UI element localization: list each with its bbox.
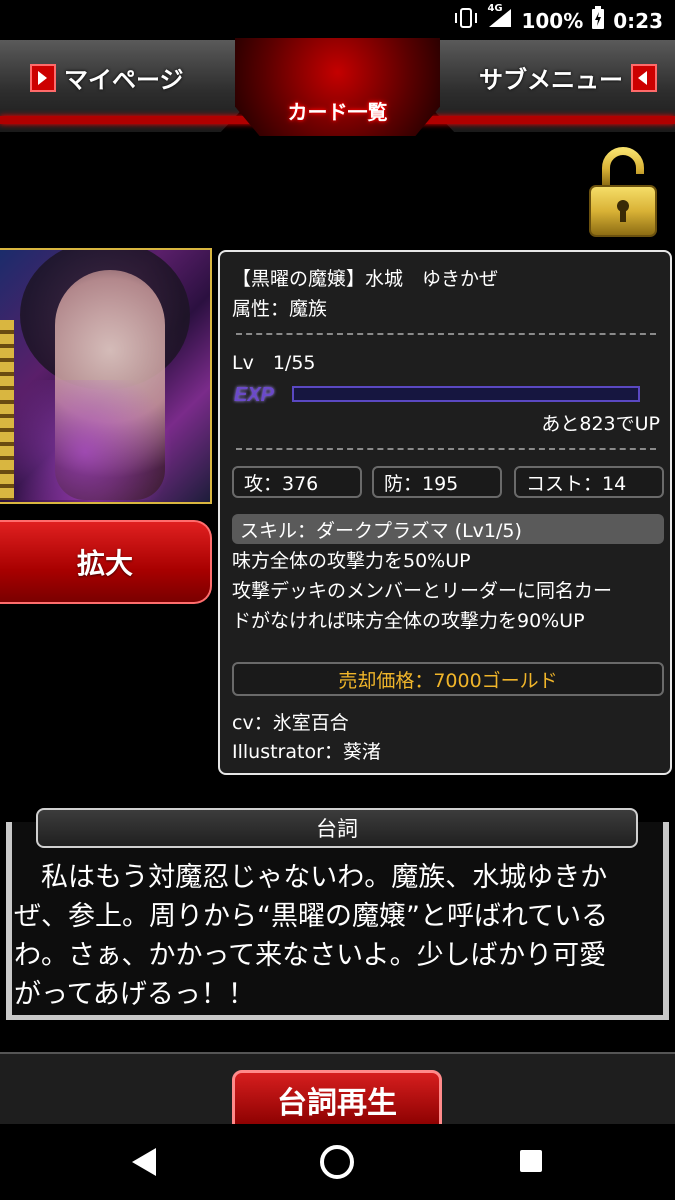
cost-stat: コスト：14 bbox=[514, 466, 664, 498]
home-icon[interactable] bbox=[319, 1144, 355, 1184]
mypage-button[interactable]: マイページ bbox=[30, 60, 184, 95]
zoom-button[interactable]: 拡大 bbox=[0, 520, 212, 604]
replay-bar: 台詞再生 bbox=[0, 1052, 675, 1124]
defense-stat: 防：195 bbox=[372, 466, 502, 498]
signal-icon: 4G bbox=[487, 3, 513, 34]
divider bbox=[236, 333, 656, 335]
replay-dialogue-button[interactable]: 台詞再生 bbox=[232, 1070, 442, 1124]
dialogue-line: わ。さぁ、かかって来なさいよ。少しばかり可愛 bbox=[14, 940, 607, 971]
voice-actor: cv：氷室百合 bbox=[232, 712, 349, 734]
vibrate-icon bbox=[453, 7, 479, 34]
chevron-right-icon bbox=[30, 63, 56, 92]
exp-progress-bar bbox=[292, 386, 640, 402]
clock: 0:23 bbox=[613, 8, 663, 33]
mypage-label: マイページ bbox=[64, 67, 184, 94]
recents-icon[interactable] bbox=[518, 1148, 544, 1178]
page-title: カード一覧 bbox=[287, 102, 388, 124]
dialogue-line: ぜ、参上。周りから“黒曜の魔嬢”と呼ばれている bbox=[14, 901, 609, 932]
dialogue-text: 私はもう対魔忍じゃないわ。魔族、水城ゆきか ぜ、参上。周りから“黒曜の魔嬢”と呼… bbox=[14, 858, 664, 1014]
exp-remaining: あと823でUP bbox=[541, 413, 660, 435]
skill-description-line: ドがなければ味方全体の攻撃力を90%UP bbox=[232, 610, 585, 632]
card-art-image[interactable] bbox=[0, 248, 212, 504]
skill-description-line: 攻撃デッキのメンバーとリーダーに同名カー bbox=[232, 580, 613, 602]
sell-price: 売却価格：7000ゴールド bbox=[232, 662, 664, 696]
game-header: マイページ サブメニュー カード一覧 bbox=[0, 38, 675, 138]
padlock-open-icon[interactable] bbox=[588, 146, 658, 238]
network-type: 4G bbox=[487, 3, 503, 14]
skill-description-line: 味方全体の攻撃力を50%UP bbox=[232, 550, 471, 572]
card-info-panel: 【黒曜の魔嬢】水城 ゆきかぜ 属性：魔族 Lv 1/55 EXP あと823でU… bbox=[218, 250, 672, 775]
exp-label: EXP bbox=[234, 384, 275, 406]
attack-stat: 攻：376 bbox=[232, 466, 362, 498]
card-attribute: 属性：魔族 bbox=[232, 298, 328, 320]
card-level: Lv 1/55 bbox=[232, 352, 316, 374]
dialogue-title: 台詞 bbox=[36, 808, 638, 848]
card-name: 【黒曜の魔嬢】水城 ゆきかぜ bbox=[232, 268, 499, 290]
status-bar: 4G 100% 0:23 bbox=[0, 0, 675, 38]
android-nav-bar bbox=[0, 1124, 675, 1200]
battery-charging-icon bbox=[591, 6, 605, 35]
card-frame-edge bbox=[0, 320, 14, 500]
dialogue-line: 私はもう対魔忍じゃないわ。魔族、水城ゆきか bbox=[14, 862, 608, 893]
card-art-glow bbox=[0, 380, 210, 500]
dialogue-panel: 台詞 私はもう対魔忍じゃないわ。魔族、水城ゆきか ぜ、参上。周りから“黒曜の魔嬢… bbox=[0, 808, 675, 1020]
chevron-left-icon bbox=[631, 63, 657, 92]
battery-percent: 100% bbox=[521, 8, 584, 33]
submenu-label: サブメニュー bbox=[479, 67, 623, 94]
submenu-button[interactable]: サブメニュー bbox=[479, 60, 657, 95]
skill-name: スキル：ダークプラズマ (Lv1/5) bbox=[232, 514, 664, 544]
dialogue-line: がってあげるっ！！ bbox=[14, 979, 255, 1010]
back-icon[interactable] bbox=[130, 1146, 160, 1182]
divider bbox=[236, 448, 656, 450]
illustrator: Illustrator：葵渚 bbox=[232, 741, 381, 763]
